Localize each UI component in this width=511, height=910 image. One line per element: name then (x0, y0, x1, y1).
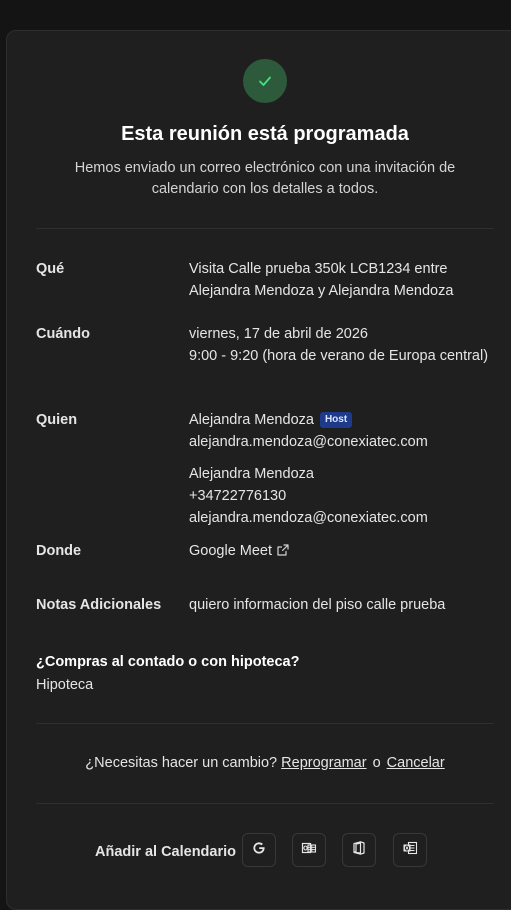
what-value: Visita Calle prueba 350k LCB1234 entre A… (189, 261, 454, 299)
ics-calendar-button[interactable] (393, 833, 427, 867)
add-to-calendar-label: Añadir al Calendario (95, 844, 237, 860)
outlook-calendar-button[interactable] (292, 833, 326, 867)
who-label: Quien (36, 412, 78, 428)
google-calendar-button[interactable] (242, 833, 276, 867)
office-icon (351, 840, 367, 861)
attendee-email: alejandra.mendoza@conexiatec.com (189, 510, 428, 526)
where-label: Donde (36, 543, 82, 559)
notes-value: quiero informacion del piso calle prueba (189, 597, 446, 613)
attendee-phone: +34722776130 (189, 488, 287, 504)
meeting-link[interactable]: Google Meet (189, 543, 272, 559)
when-date: viernes, 17 de abril de 2026 (189, 326, 368, 342)
external-link-icon[interactable] (277, 541, 289, 563)
who-value: Alejandra Mendoza Host alejandra.mendoza@… (189, 409, 489, 529)
reschedule-link[interactable]: Reprogramar (281, 755, 366, 771)
cancel-link[interactable]: Cancelar (387, 755, 445, 771)
office365-calendar-button[interactable] (342, 833, 376, 867)
attendee-name: Alejandra Mendoza (189, 412, 314, 428)
google-icon (251, 840, 267, 861)
attendee-email: alejandra.mendoza@conexiatec.com (189, 434, 428, 450)
attendee: Alejandra Mendoza Host alejandra.mendoza@… (189, 409, 489, 453)
change-booking-line: ¿Necesitas hacer un cambio? Reprogramar o… (7, 755, 511, 771)
divider (36, 803, 494, 804)
custom-question-label: ¿Compras al contado o con hipoteca? (36, 654, 300, 670)
when-time: 9:00 - 9:20 (hora de verano de Europa ce… (189, 348, 489, 364)
page-title: Esta reunión está programada (121, 123, 409, 145)
outlook-icon (301, 840, 317, 861)
when-value: viernes, 17 de abril de 2026 9:00 - 9:20… (189, 323, 489, 367)
divider (36, 723, 494, 724)
success-check-icon (243, 59, 287, 103)
change-separator: o (372, 755, 381, 771)
attendee-name: Alejandra Mendoza (189, 466, 314, 482)
what-label: Qué (36, 261, 65, 277)
divider (36, 228, 494, 229)
host-badge: Host (319, 412, 353, 428)
when-label: Cuándo (36, 326, 90, 342)
custom-question-answer: Hipoteca (36, 677, 94, 693)
page-subtitle: Hemos enviado un correo electrónico con … (74, 160, 456, 197)
change-prompt: ¿Necesitas hacer un cambio? (85, 755, 278, 771)
where-value: Google Meet (189, 540, 489, 563)
booking-success-card: Esta reunión está programada Hemos envia… (6, 30, 511, 910)
outlook-desktop-icon (402, 840, 418, 861)
notes-label: Notas Adicionales (36, 597, 162, 613)
attendee: Alejandra Mendoza +34722776130 alejandra… (189, 463, 489, 529)
